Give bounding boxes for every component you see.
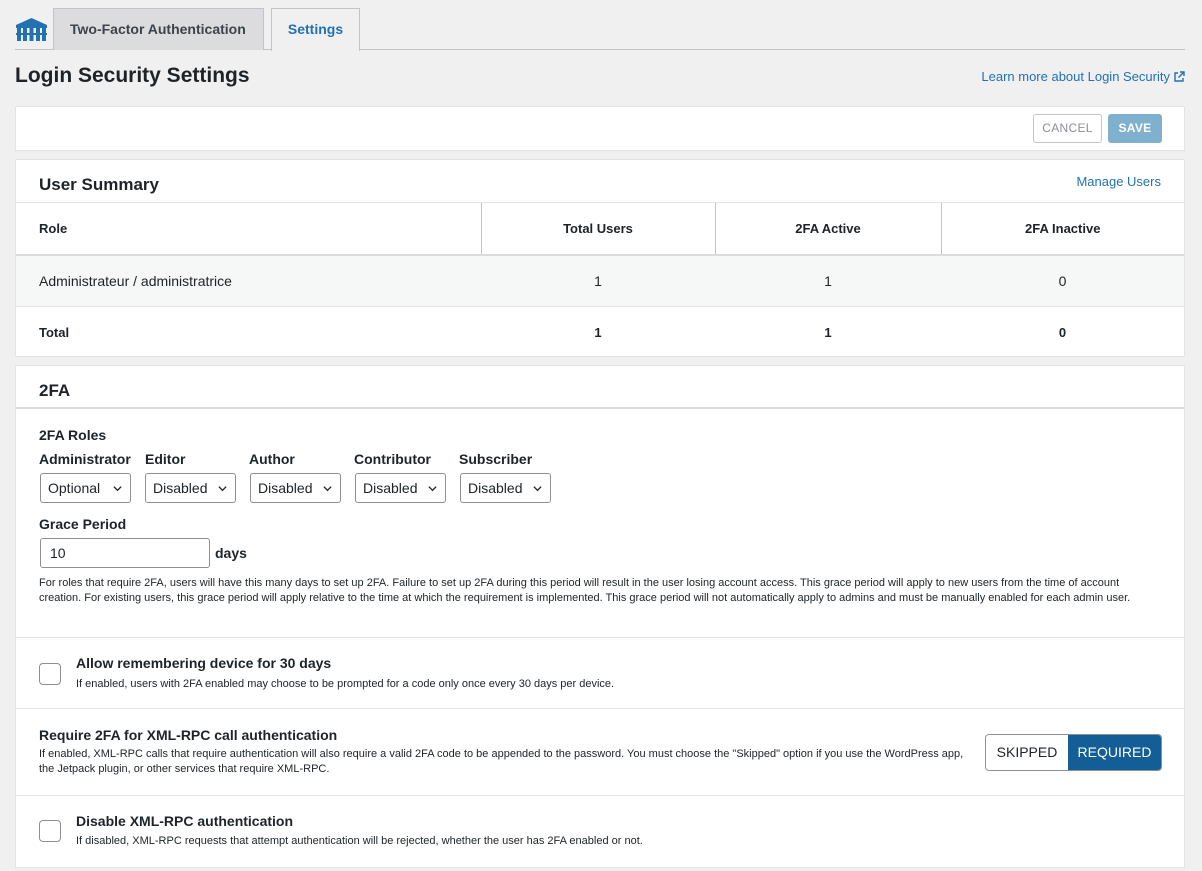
- disable-xmlrpc-checkbox[interactable]: [39, 820, 61, 842]
- contributor-2fa-select[interactable]: Disabled: [355, 473, 446, 503]
- subscriber-2fa-value: Disabled: [468, 480, 523, 496]
- twofa-roles-label: 2FA Roles: [39, 427, 107, 443]
- tab-bar: Two-Factor Authentication Settings: [15, 7, 1185, 51]
- save-button[interactable]: SAVE: [1108, 114, 1162, 143]
- grace-period-input[interactable]: 10: [40, 538, 210, 568]
- divider: [16, 708, 1184, 709]
- total-users-cell: 1: [481, 254, 715, 307]
- chevron-down-icon: [533, 486, 542, 492]
- total-inactive-cell: 0: [941, 306, 1184, 359]
- manage-users-link[interactable]: Manage Users: [1076, 174, 1161, 189]
- divider: [16, 637, 1184, 638]
- administrator-2fa-select[interactable]: Optional: [40, 473, 131, 503]
- grace-period-label: Grace Period: [39, 516, 127, 532]
- role-label-editor: Editor: [145, 451, 186, 467]
- skipped-option[interactable]: SKIPPED: [986, 735, 1068, 770]
- page-title: Login Security Settings: [15, 64, 250, 87]
- remember-device-checkbox[interactable]: [39, 663, 61, 685]
- xmlrpc-2fa-toggle: SKIPPED REQUIRED: [985, 734, 1162, 771]
- column-header-total-users: Total Users: [480, 202, 715, 256]
- remember-device-title: Allow remembering device for 30 days: [76, 655, 332, 671]
- role-label-subscriber: Subscriber: [459, 451, 533, 467]
- column-header-role: Role: [16, 202, 481, 256]
- subscriber-2fa-select[interactable]: Disabled: [460, 473, 551, 503]
- administrator-2fa-value: Optional: [48, 480, 101, 496]
- inactive-cell: 0: [941, 254, 1184, 307]
- divider: [16, 795, 1184, 796]
- learn-more-link[interactable]: Learn more about Login Security: [981, 69, 1185, 84]
- xmlrpc-2fa-help: If enabled, XML-RPC calls that require a…: [39, 748, 964, 775]
- external-link-icon: [1174, 70, 1185, 82]
- table-total-row: Total 1 1 0: [16, 306, 1184, 359]
- column-header-2fa-active: 2FA Active: [714, 202, 941, 256]
- required-option[interactable]: REQUIRED: [1068, 735, 1161, 770]
- twofa-header: 2FA: [16, 366, 1184, 409]
- remember-device-help: If enabled, users with 2FA enabled may c…: [76, 678, 615, 690]
- role-label-administrator: Administrator: [39, 451, 131, 467]
- role-label-author: Author: [249, 451, 295, 467]
- action-bar: CANCEL SAVE: [15, 106, 1185, 151]
- xmlrpc-2fa-title: Require 2FA for XML-RPC call authenticat…: [39, 727, 338, 743]
- author-2fa-value: Disabled: [258, 480, 313, 496]
- role-label-contributor: Contributor: [354, 451, 431, 467]
- total-users-cell: 1: [481, 306, 715, 359]
- grace-period-help: For roles that require 2FA, users will h…: [39, 577, 1131, 604]
- learn-more-label: Learn more about Login Security: [981, 69, 1170, 84]
- chevron-down-icon: [218, 486, 227, 492]
- column-header-2fa-inactive: 2FA Inactive: [940, 202, 1184, 256]
- chevron-down-icon: [428, 486, 437, 492]
- disable-xmlrpc-help: If disabled, XML-RPC requests that attem…: [76, 835, 643, 847]
- chevron-down-icon: [113, 486, 122, 492]
- total-label-cell: Total: [16, 306, 481, 359]
- table-row: Administrateur / administratrice 1 1 0: [16, 254, 1184, 307]
- editor-2fa-value: Disabled: [153, 480, 208, 496]
- tab-two-factor-authentication[interactable]: Two-Factor Authentication: [53, 8, 264, 50]
- editor-2fa-select[interactable]: Disabled: [145, 473, 236, 503]
- author-2fa-select[interactable]: Disabled: [250, 473, 341, 503]
- chevron-down-icon: [323, 486, 332, 492]
- user-summary-table: Role Total Users 2FA Active 2FA Inactive…: [16, 202, 1184, 359]
- tab-settings[interactable]: Settings: [271, 8, 360, 51]
- contributor-2fa-value: Disabled: [363, 480, 418, 496]
- disable-xmlrpc-title: Disable XML-RPC authentication: [76, 813, 294, 829]
- wordfence-logo-icon: [16, 18, 47, 41]
- cancel-button[interactable]: CANCEL: [1033, 114, 1102, 143]
- user-summary-panel: User Summary Manage Users Role Total Use…: [15, 159, 1185, 359]
- total-active-cell: 1: [715, 306, 941, 359]
- twofa-title: 2FA: [39, 381, 71, 400]
- role-cell: Administrateur / administratrice: [16, 254, 481, 307]
- grace-period-unit: days: [215, 545, 247, 561]
- active-cell: 1: [715, 254, 941, 307]
- user-summary-title: User Summary: [39, 175, 160, 194]
- twofa-panel: 2FA 2FA Roles Administrator Editor Autho…: [15, 365, 1185, 868]
